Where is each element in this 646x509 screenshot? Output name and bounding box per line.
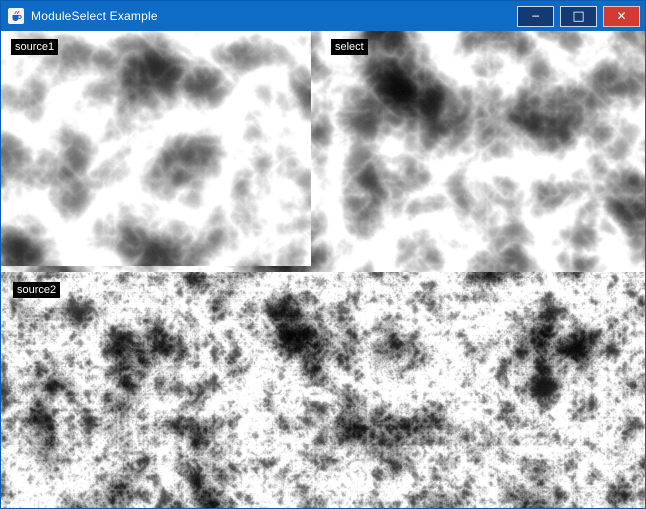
- render-area: source1 select source2: [1, 31, 645, 508]
- source1-noise-image: [1, 31, 311, 266]
- window-controls: ─ □ ✕: [517, 6, 645, 27]
- app-window: ModuleSelect Example ─ □ ✕ source1 selec…: [0, 0, 646, 509]
- maximize-button[interactable]: □: [560, 6, 597, 27]
- maximize-icon: □: [572, 10, 584, 23]
- close-icon: ✕: [616, 10, 626, 22]
- window-title: ModuleSelect Example: [31, 9, 158, 23]
- title-bar[interactable]: ModuleSelect Example ─ □ ✕: [1, 1, 645, 31]
- close-button[interactable]: ✕: [603, 6, 640, 27]
- label-source1: source1: [11, 39, 58, 55]
- java-coffee-icon: [8, 8, 24, 24]
- label-source2: source2: [13, 282, 60, 298]
- source2-noise-image: [1, 272, 645, 508]
- minimize-icon: ─: [532, 11, 539, 22]
- minimize-button[interactable]: ─: [517, 6, 554, 27]
- label-select: select: [331, 39, 368, 55]
